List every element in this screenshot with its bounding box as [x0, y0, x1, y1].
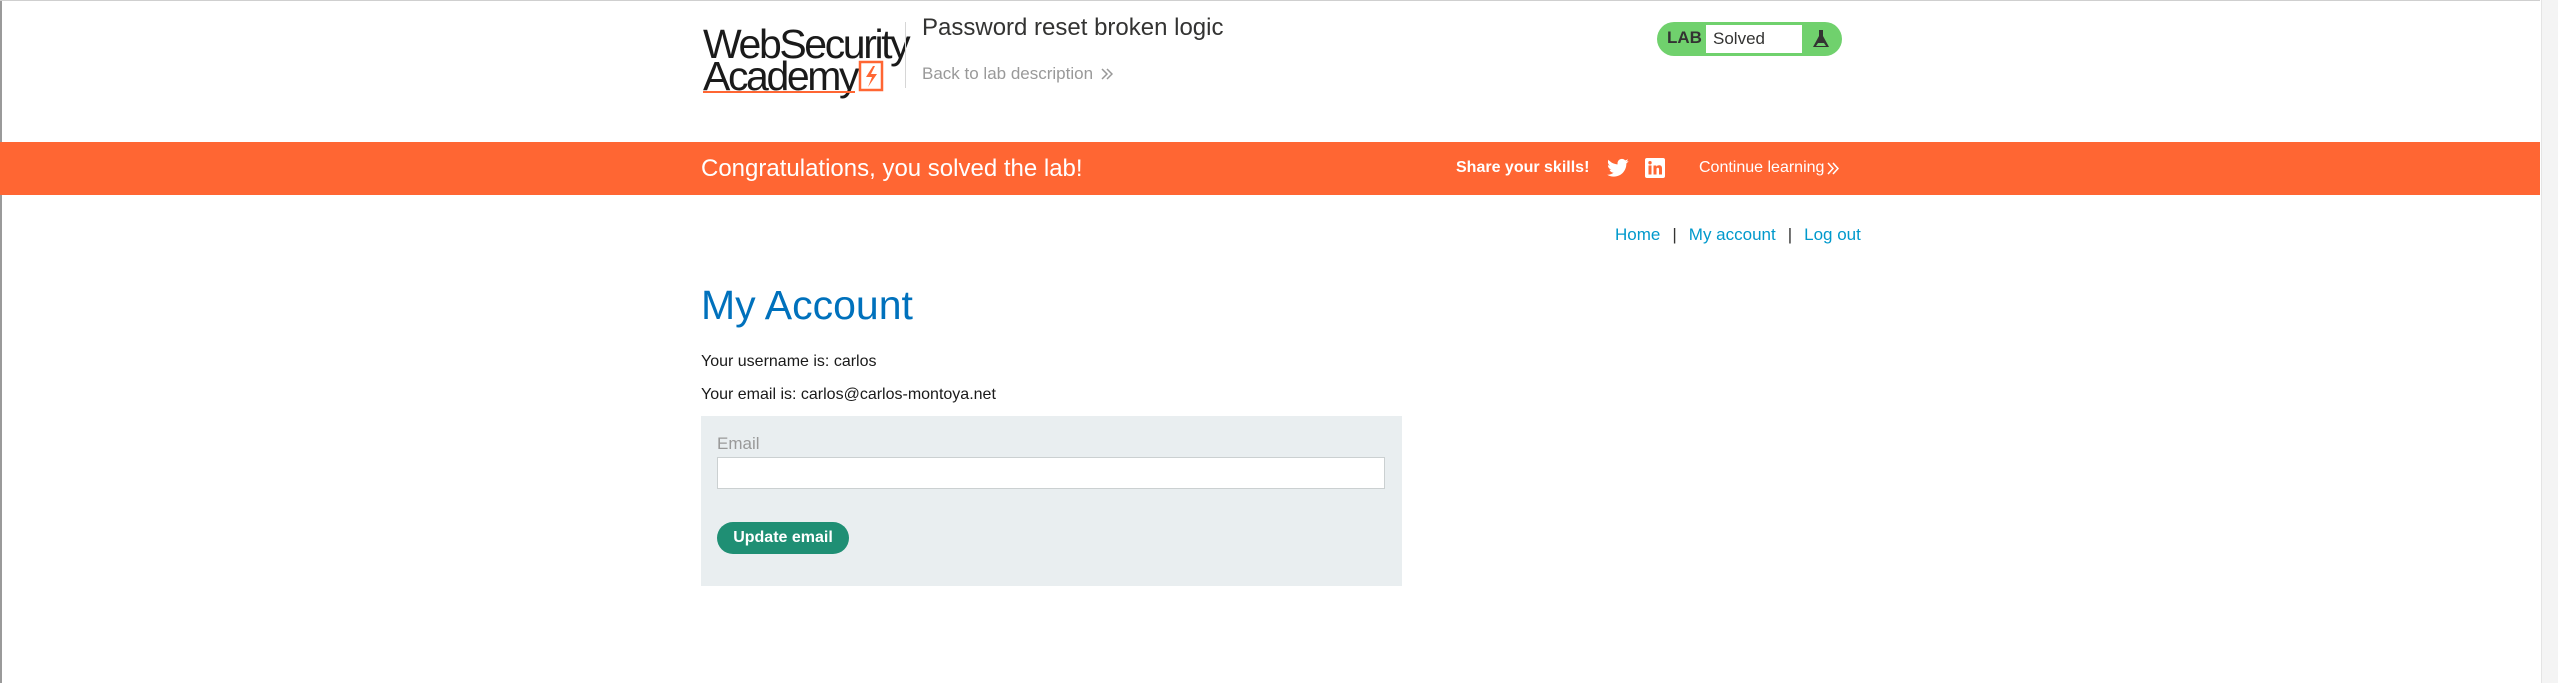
- lab-status-value: Solved: [1706, 25, 1802, 53]
- web-security-academy-logo[interactable]: WebSecurity Academy: [703, 22, 911, 98]
- nav-log-out-link[interactable]: Log out: [1804, 225, 1861, 244]
- page-title: My Account: [701, 282, 913, 328]
- linkedin-icon[interactable]: [1645, 158, 1665, 178]
- share-skills-label: Share your skills!: [1456, 159, 1590, 176]
- twitter-icon[interactable]: [1607, 158, 1629, 178]
- update-email-button[interactable]: Update email: [717, 522, 849, 554]
- window-frame-top: [0, 0, 2540, 1]
- vertical-scrollbar[interactable]: [2541, 0, 2558, 683]
- continue-learning-link[interactable]: Continue learning: [1699, 159, 1840, 177]
- window-frame-left: [0, 0, 2, 683]
- solved-banner: Congratulations, you solved the lab! Sha…: [0, 142, 2540, 195]
- nav-separator: |: [1672, 225, 1677, 244]
- double-chevron-right-icon: [1827, 161, 1840, 175]
- academy-bolt-icon: [858, 60, 884, 92]
- username-info: Your username is: carlos: [701, 353, 877, 370]
- flask-icon: [1813, 30, 1829, 47]
- double-chevron-right-icon: [1101, 68, 1114, 80]
- header-divider: [905, 22, 906, 88]
- email-field-label: Email: [717, 434, 760, 453]
- email-info: Your email is: carlos@carlos-montoya.net: [701, 386, 996, 403]
- nav-separator: |: [1787, 225, 1793, 244]
- nav-my-account-link[interactable]: My account: [1689, 225, 1776, 244]
- back-link-label: Back to lab description: [922, 64, 1094, 83]
- back-to-lab-description-link[interactable]: Back to lab description: [922, 64, 1114, 84]
- lab-title: Password reset broken logic: [922, 14, 1224, 41]
- nav-home-link[interactable]: Home: [1615, 225, 1660, 244]
- email-field[interactable]: [717, 457, 1385, 489]
- top-navigation: Home | My account | Log out: [1615, 225, 1861, 245]
- lab-status-badge: LAB Solved: [1657, 22, 1842, 56]
- logo-underline: [703, 91, 855, 93]
- update-email-form: Email Update email: [701, 416, 1402, 586]
- congratulations-message: Congratulations, you solved the lab!: [701, 155, 1083, 182]
- continue-learning-label: Continue learning: [1699, 159, 1825, 176]
- lab-status-label: LAB: [1667, 28, 1702, 47]
